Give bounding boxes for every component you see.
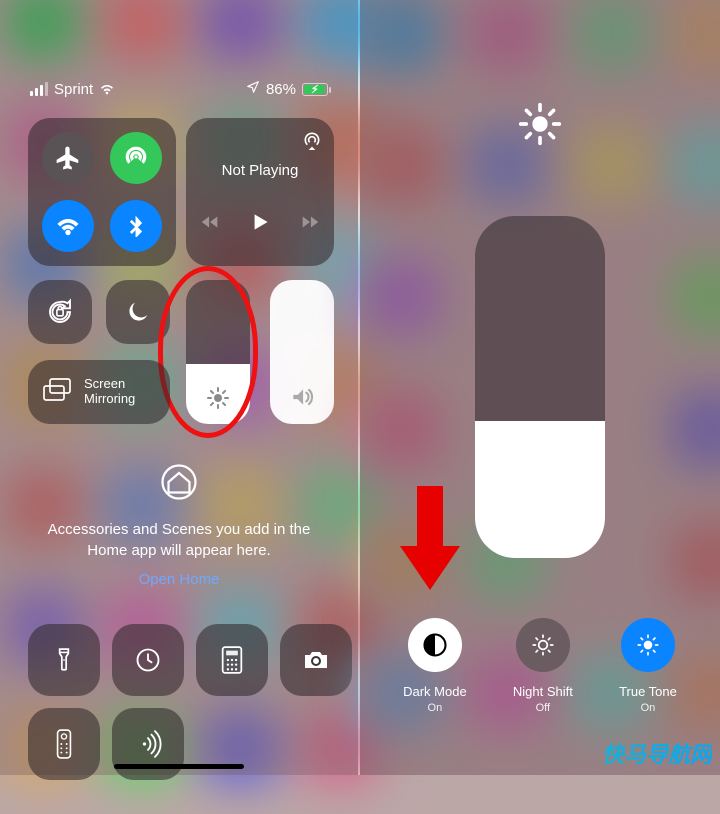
wifi-icon	[55, 213, 81, 239]
play-button[interactable]	[247, 209, 273, 240]
brightness-detail-pane: Dark Mode On Night Shift Off True Tone O…	[360, 0, 720, 775]
carrier-label: Sprint	[54, 81, 93, 98]
true-tone-toggle[interactable]: True Tone On	[619, 618, 677, 714]
rewind-icon	[199, 211, 221, 233]
airplay-icon[interactable]	[302, 130, 322, 155]
airplane-mode-button[interactable]	[42, 132, 94, 184]
battery-icon: ⚡︎	[302, 83, 328, 96]
screen-mirroring-button[interactable]: Screen Mirroring	[28, 360, 170, 424]
remote-button[interactable]	[28, 708, 100, 780]
connectivity-card[interactable]	[28, 118, 176, 266]
timer-button[interactable]	[112, 624, 184, 696]
open-home-link[interactable]: Open Home	[28, 571, 330, 588]
wifi-status-icon	[99, 81, 115, 97]
do-not-disturb-button[interactable]	[106, 280, 170, 344]
true-tone-state: On	[641, 702, 656, 714]
orientation-lock-button[interactable]	[28, 280, 92, 344]
brightness-slider[interactable]	[186, 280, 250, 424]
camera-icon	[302, 648, 330, 672]
play-icon	[247, 209, 273, 235]
screen-mirroring-icon	[42, 378, 72, 407]
control-center-pane: Sprint 86% ⚡︎	[0, 0, 358, 775]
home-text: Accessories and Scenes you add in the Ho…	[28, 519, 330, 561]
speaker-icon	[270, 384, 334, 410]
timer-icon	[134, 646, 162, 674]
dark-mode-toggle[interactable]: Dark Mode On	[403, 618, 467, 714]
night-shift-icon	[530, 632, 556, 658]
dark-mode-state: On	[428, 702, 443, 714]
night-shift-title: Night Shift	[513, 684, 573, 699]
forward-button[interactable]	[299, 211, 321, 238]
antenna-icon	[123, 145, 149, 171]
music-card[interactable]: Not Playing	[186, 118, 334, 266]
moon-icon	[124, 298, 152, 326]
dark-mode-icon	[421, 631, 449, 659]
cellular-data-button[interactable]	[110, 132, 162, 184]
bluetooth-icon	[125, 215, 147, 237]
home-icon	[28, 464, 330, 505]
signal-bars-icon	[30, 82, 48, 96]
orientation-lock-icon	[45, 297, 75, 327]
wifi-button[interactable]	[42, 200, 94, 252]
dark-mode-title: Dark Mode	[403, 684, 467, 699]
remote-icon	[56, 729, 72, 759]
home-indicator[interactable]	[114, 764, 244, 769]
watermark-text: 快马导航网	[602, 737, 712, 769]
brightness-large-slider[interactable]	[475, 216, 605, 558]
volume-slider[interactable]	[270, 280, 334, 424]
sun-icon	[186, 386, 250, 410]
forward-icon	[299, 211, 321, 233]
calculator-icon	[220, 646, 244, 674]
night-shift-state: Off	[536, 702, 550, 714]
flashlight-icon	[51, 647, 77, 673]
hearing-icon	[134, 730, 162, 758]
bluetooth-button[interactable]	[110, 200, 162, 252]
now-playing-label: Not Playing	[186, 162, 334, 179]
calculator-button[interactable]	[196, 624, 268, 696]
home-section: Accessories and Scenes you add in the Ho…	[28, 464, 330, 588]
flashlight-button[interactable]	[28, 624, 100, 696]
true-tone-title: True Tone	[619, 684, 677, 699]
battery-percent: 86%	[266, 81, 296, 98]
brightness-sun-icon	[518, 102, 562, 151]
airplane-icon	[55, 145, 81, 171]
rewind-button[interactable]	[199, 211, 221, 238]
night-shift-toggle[interactable]: Night Shift Off	[513, 618, 573, 714]
screen-mirroring-label: Screen Mirroring	[84, 377, 135, 407]
hearing-button[interactable]	[112, 708, 184, 780]
location-icon	[246, 80, 260, 98]
true-tone-icon	[635, 632, 661, 658]
control-center-shortcuts	[28, 624, 352, 780]
status-bar: Sprint 86% ⚡︎	[0, 78, 358, 100]
